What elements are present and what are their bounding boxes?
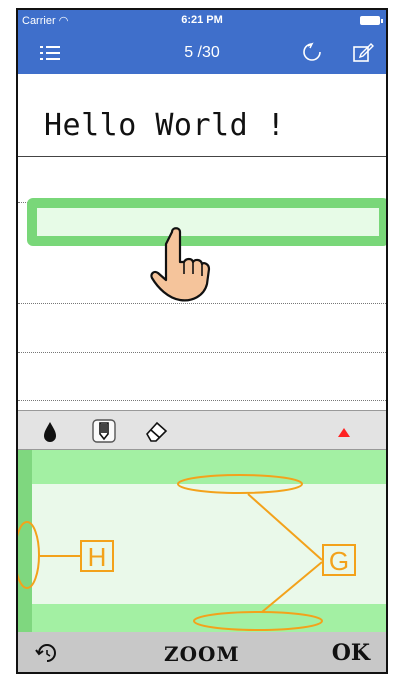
battery-icon	[360, 16, 383, 25]
ok-button[interactable]: OK	[332, 640, 370, 666]
refresh-icon[interactable]	[302, 42, 322, 62]
ink-drop-icon[interactable]	[36, 417, 64, 445]
status-time: 6:21 PM	[181, 14, 223, 26]
annotation-overlay	[18, 474, 323, 631]
ruled-line	[18, 400, 386, 401]
rotate-icon[interactable]	[34, 640, 60, 666]
handwritten-text: Hello World !	[44, 108, 286, 143]
writing-area[interactable]: Hello World !	[18, 74, 386, 410]
ruled-line	[18, 352, 386, 353]
zoom-preview[interactable]: H G	[18, 450, 386, 632]
eraser-icon[interactable]	[142, 417, 170, 445]
compose-icon[interactable]	[352, 41, 374, 63]
annotation-label-h: H	[80, 540, 114, 572]
pen-toolbar	[18, 410, 386, 450]
status-bar: Carrier ◠ 6:21 PM	[18, 10, 386, 32]
nav-bar: 5 /30	[18, 32, 386, 74]
phone-screen: Carrier ◠ 6:21 PM 5 /30 Hello World ! H …	[16, 8, 388, 674]
bottom-bar: ZOOM OK	[18, 632, 386, 672]
collapse-triangle-icon[interactable]	[330, 417, 358, 445]
pointing-hand-icon	[150, 227, 211, 302]
zoom-button[interactable]: ZOOM	[164, 642, 240, 666]
pen-icon[interactable]	[90, 417, 118, 445]
annotation-label-g: G	[322, 544, 356, 576]
ruled-line	[18, 156, 386, 157]
page-counter: 5 /30	[184, 44, 220, 61]
